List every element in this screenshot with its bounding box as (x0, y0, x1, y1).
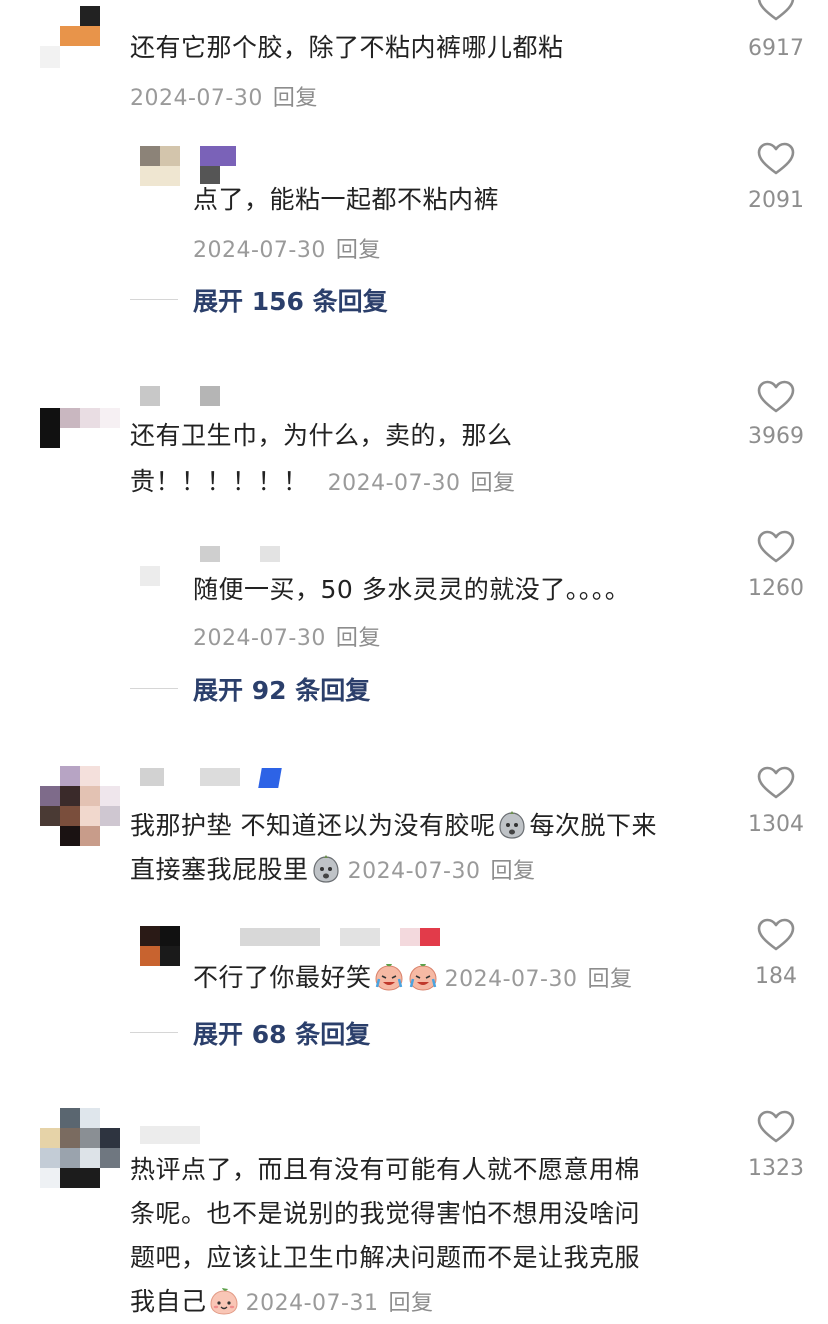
comment-meta: 2024-07-30 回复 (348, 859, 536, 884)
username-blur (240, 928, 450, 948)
heart-outline-icon[interactable] (757, 766, 795, 800)
sweat-face-emoji (497, 810, 527, 840)
heart-outline-icon[interactable] (757, 1110, 795, 1144)
like-count: 184 (755, 964, 797, 989)
reply-button[interactable]: 回复 (273, 86, 318, 111)
avatar[interactable] (40, 6, 100, 68)
comment-date: 2024-07-30 (347, 859, 481, 884)
expand-divider (130, 688, 178, 689)
comment-text: 题吧，应该让卫生巾解决问题而不是让我克服 (130, 1243, 641, 1272)
avatar[interactable] (40, 1108, 120, 1188)
comment-text: 热评点了，而且有没有可能有人就不愿意用棉 (130, 1155, 641, 1184)
expand-divider (130, 1032, 178, 1033)
like-count: 1260 (748, 576, 804, 601)
peach-face-emoji (209, 1286, 239, 1316)
reply-meta: 2024-07-30 回复 (445, 967, 633, 992)
avatar[interactable] (140, 926, 180, 966)
like-count: 6917 (748, 36, 804, 61)
expand-replies-button[interactable]: 展开 68 条回复 (193, 1015, 370, 1051)
heart-outline-icon[interactable] (757, 380, 795, 414)
like-count: 1304 (748, 812, 804, 837)
like-count: 1323 (748, 1156, 804, 1181)
reply-date: 2024-07-30 (444, 967, 578, 992)
like-count: 3969 (748, 424, 804, 449)
laugh-cry-peach-emoji (408, 962, 438, 992)
like-count: 2091 (748, 188, 804, 213)
comment-text: 条呢。也不是说别的我觉得害怕不想用没啥问 (130, 1199, 641, 1228)
expand-divider (130, 299, 178, 300)
comment-text: 直接塞我屁股里 (130, 855, 309, 884)
comment-date: 2024-07-30 (130, 86, 263, 111)
heart-outline-icon[interactable] (757, 530, 795, 564)
reply-button[interactable]: 回复 (490, 859, 535, 884)
heart-outline-icon[interactable] (757, 918, 795, 952)
comment-meta: 2024-07-30 回复 (130, 80, 318, 112)
comment-2: 还有卫生巾，为什么，卖的，那么 贵！！！！！！ 2024-07-30 回复 396… (0, 370, 828, 710)
comment-text: 还有它那个胶，除了不粘内裤哪儿都粘 (130, 33, 564, 62)
heart-outline-icon[interactable] (757, 142, 795, 176)
comment-meta: 2024-07-31 回复 (246, 1291, 434, 1316)
sweat-face-emoji (311, 854, 341, 884)
heart-outline-icon[interactable] (757, 0, 795, 22)
reply-date: 2024-07-30 (193, 238, 326, 263)
comment-4: 热评点了，而且有没有可能有人就不愿意用棉 条呢。也不是说别的我觉得害怕不想用没啥… (0, 1100, 828, 1318)
reply-button[interactable]: 回复 (470, 471, 515, 496)
expand-replies-button[interactable]: 展开 156 条回复 (193, 282, 388, 318)
username-blur (140, 1126, 200, 1144)
reply-button[interactable]: 回复 (336, 626, 381, 651)
comment-text: 我自己 (130, 1287, 207, 1316)
reply-meta: 2024-07-30 回复 (193, 620, 381, 652)
reply-text: 点了，能粘一起都不粘内裤 (193, 185, 500, 214)
comment-text: 还有卫生巾，为什么，卖的，那么 (130, 421, 513, 450)
avatar[interactable] (40, 766, 120, 846)
comment-date: 2024-07-30 (327, 471, 461, 496)
comment-date: 2024-07-31 (245, 1291, 379, 1316)
comment-text: 我那护垫 不知道还以为没有胶呢 (130, 811, 496, 840)
comment-1: 还有它那个胶，除了不粘内裤哪儿都粘 2024-07-30 回复 6917 点了，能… (0, 0, 828, 330)
reply-button[interactable]: 回复 (336, 238, 381, 263)
comment-text: 每次脱下来 (529, 811, 657, 840)
reply-text: 随便一买，50 多水灵灵的就没了。。。。 (193, 575, 631, 604)
comment-3: 我那护垫 不知道还以为没有胶呢 每次脱下来 直接塞我屁股里 2024-07-30 回… (0, 760, 828, 1060)
reply-date: 2024-07-30 (193, 626, 326, 651)
reply-button[interactable]: 回复 (587, 967, 632, 992)
reply-text: 不行了你最好笑 (193, 963, 372, 992)
username-blur (140, 768, 290, 788)
laugh-cry-peach-emoji (374, 962, 404, 992)
comment-meta: 2024-07-30 回复 (328, 471, 516, 496)
expand-replies-button[interactable]: 展开 92 条回复 (193, 671, 370, 707)
comment-text: 贵！！！！！！ (130, 467, 309, 496)
reply-button[interactable]: 回复 (388, 1291, 433, 1316)
reply-meta: 2024-07-30 回复 (193, 232, 381, 264)
